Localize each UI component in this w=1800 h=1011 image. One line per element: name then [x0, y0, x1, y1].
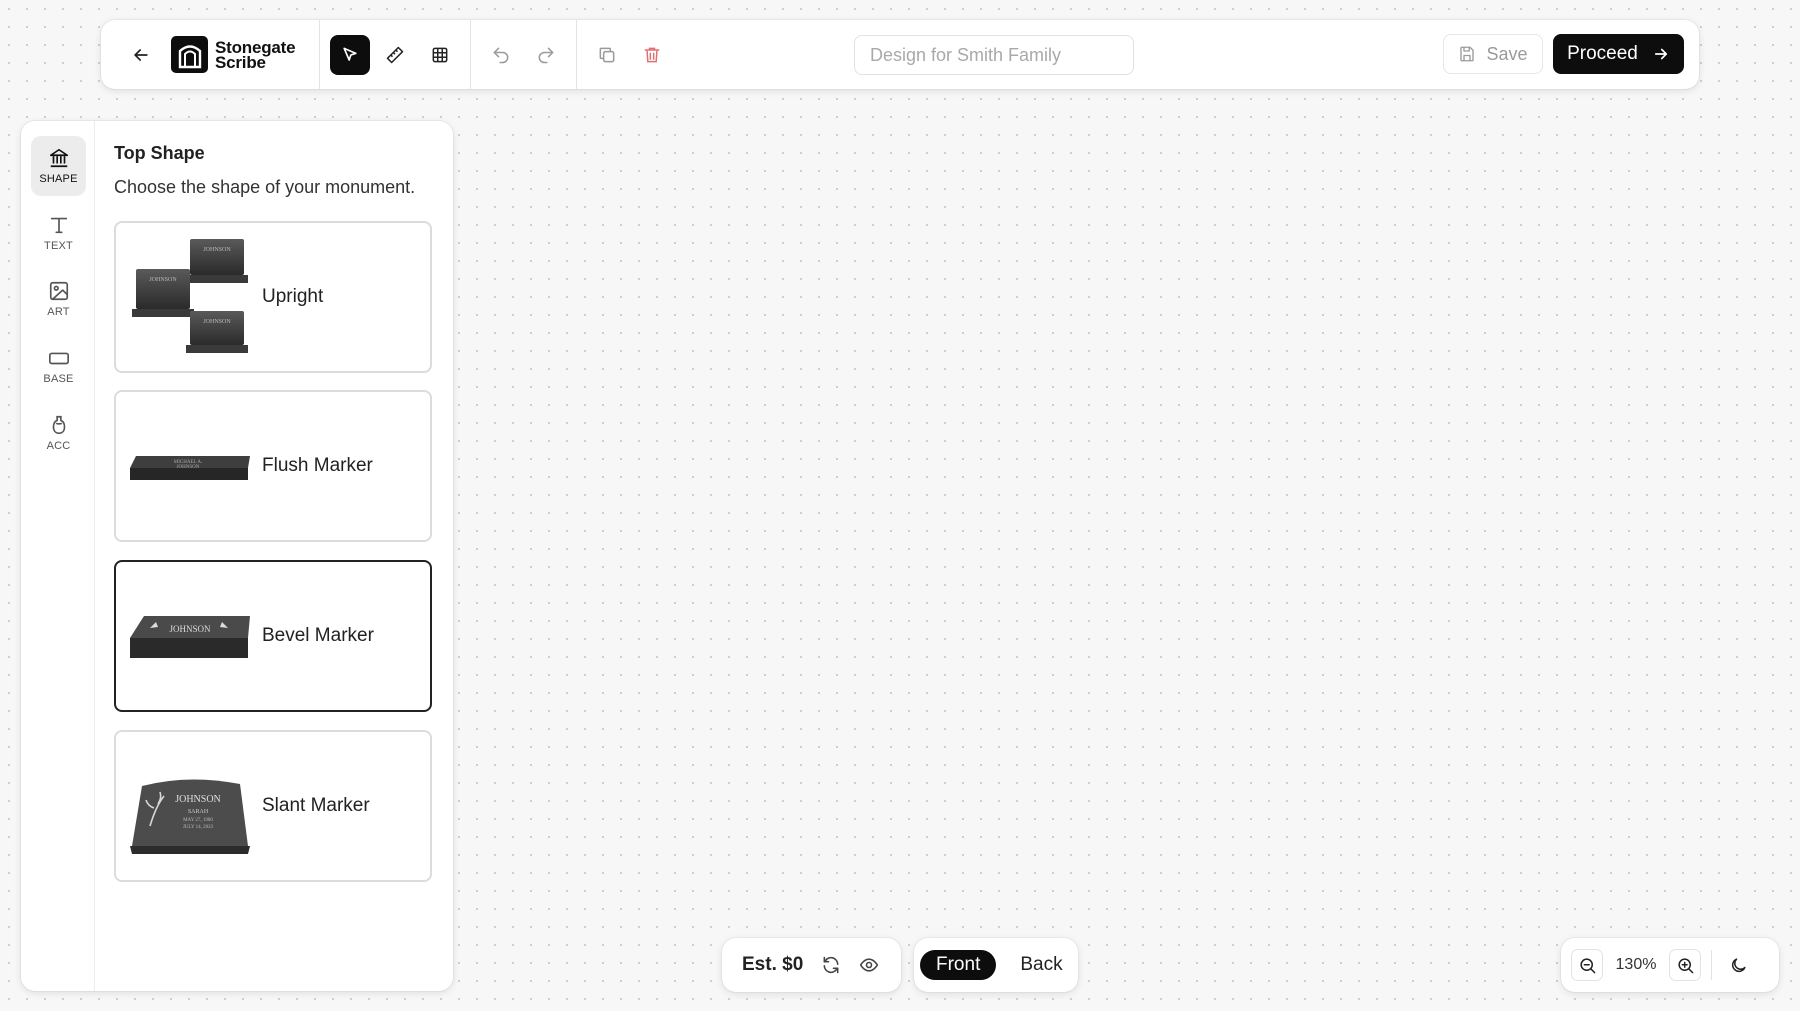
svg-text:JOHNSON: JOHNSON — [175, 794, 221, 805]
save-button[interactable]: Save — [1443, 34, 1543, 74]
rail-item-text[interactable]: TEXT — [31, 203, 86, 263]
save-icon — [1460, 46, 1475, 62]
duplicate-icon[interactable] — [587, 35, 627, 75]
shape-panel: SHAPE TEXT ART BASE ACC Top Shape Choose… — [21, 121, 453, 991]
redo-icon[interactable] — [526, 35, 566, 75]
svg-text:JOHNSON: JOHNSON — [149, 277, 177, 283]
arrow-right-icon — [1654, 48, 1667, 60]
cursor-icon[interactable] — [330, 34, 370, 75]
proceed-label: Proceed — [1567, 43, 1638, 64]
rail-item-base[interactable]: BASE — [31, 336, 86, 396]
bevel-marker-thumbnail: JOHNSON — [128, 576, 258, 696]
svg-text:JOHNSON: JOHNSON — [177, 465, 200, 470]
grid-icon[interactable] — [420, 35, 460, 75]
shape-option-upright[interactable]: JOHNSON JOHNSON JOHNSON Upright — [114, 221, 432, 373]
zoom-level: 130% — [1615, 956, 1657, 973]
ruler-icon[interactable] — [375, 35, 415, 75]
tool-rail: SHAPE TEXT ART BASE ACC — [21, 121, 95, 991]
rail-label-text: TEXT — [44, 240, 73, 252]
trash-icon[interactable] — [632, 35, 672, 75]
svg-text:JOHNSON: JOHNSON — [169, 624, 211, 634]
moon-icon — [1731, 957, 1746, 972]
text-icon — [50, 217, 67, 234]
panel-title: Top Shape — [114, 143, 205, 163]
svg-text:JOHNSON: JOHNSON — [203, 247, 231, 253]
flush-marker-thumbnail: MICHAEL A. JOHNSON — [128, 406, 258, 526]
app-logo[interactable]: Stonegate Scribe — [171, 36, 307, 73]
zoom-controls: 130% — [1561, 938, 1779, 992]
shape-label: Upright — [262, 286, 324, 307]
shape-label: Flush Marker — [262, 455, 373, 476]
price-estimate: Est. $0 — [742, 954, 804, 975]
panel-subtitle: Choose the shape of your monument. — [114, 177, 416, 197]
zoom-out-button[interactable] — [1571, 949, 1603, 981]
zoom-divider — [1711, 950, 1712, 980]
refresh-icon[interactable] — [821, 955, 841, 975]
proceed-button[interactable]: Proceed — [1553, 34, 1684, 74]
vase-icon — [52, 415, 65, 435]
shape-option-slant-marker[interactable]: JOHNSON SARAH MAY 27, 1980 JULY 14, 2023… — [114, 730, 432, 882]
preview-eye-icon[interactable] — [859, 955, 879, 975]
back-arrow-icon[interactable] — [121, 35, 161, 75]
save-label: Save — [1486, 43, 1528, 64]
shape-label: Slant Marker — [262, 795, 370, 816]
zoom-in-button[interactable] — [1669, 949, 1701, 981]
rail-label-art: ART — [47, 306, 70, 318]
rail-item-acc[interactable]: ACC — [31, 403, 86, 463]
base-icon — [48, 352, 69, 365]
tab-back[interactable]: Back — [1004, 950, 1078, 980]
svg-text:MAY 27, 1980: MAY 27, 1980 — [183, 818, 213, 823]
monument-icon — [49, 148, 68, 168]
upright-thumbnail: JOHNSON JOHNSON JOHNSON — [128, 237, 258, 357]
svg-text:JOHNSON: JOHNSON — [203, 319, 231, 325]
logo-icon — [171, 36, 208, 73]
estimate-bar: Est. $0 — [722, 938, 901, 992]
undo-icon[interactable] — [481, 35, 521, 75]
shape-option-bevel-marker[interactable]: JOHNSON Bevel Marker — [114, 560, 432, 712]
svg-text:JULY 14, 2023: JULY 14, 2023 — [183, 825, 214, 830]
shape-option-flush-marker[interactable]: MICHAEL A. JOHNSON Flush Marker — [114, 390, 432, 542]
side-toggle: Front Back — [914, 938, 1078, 992]
tab-front[interactable]: Front — [920, 950, 997, 980]
rail-label-base: BASE — [43, 373, 74, 385]
image-icon — [49, 281, 68, 301]
rail-item-art[interactable]: ART — [31, 269, 86, 329]
svg-text:SARAH: SARAH — [188, 809, 209, 815]
rail-label-shape: SHAPE — [39, 173, 78, 185]
slant-marker-thumbnail: JOHNSON SARAH MAY 27, 1980 JULY 14, 2023 — [128, 746, 258, 866]
rail-item-shape[interactable]: SHAPE — [31, 136, 86, 196]
rail-label-acc: ACC — [46, 440, 71, 452]
zoom-in-icon — [1677, 957, 1693, 973]
top-toolbar: Stonegate Scribe Design for Smith Family… — [101, 20, 1699, 89]
shape-label: Bevel Marker — [262, 625, 374, 646]
zoom-out-icon — [1579, 957, 1595, 973]
app-name: Stonegate Scribe — [215, 37, 296, 72]
design-name-input[interactable] — [854, 35, 1134, 75]
dark-mode-toggle[interactable] — [1722, 949, 1754, 981]
